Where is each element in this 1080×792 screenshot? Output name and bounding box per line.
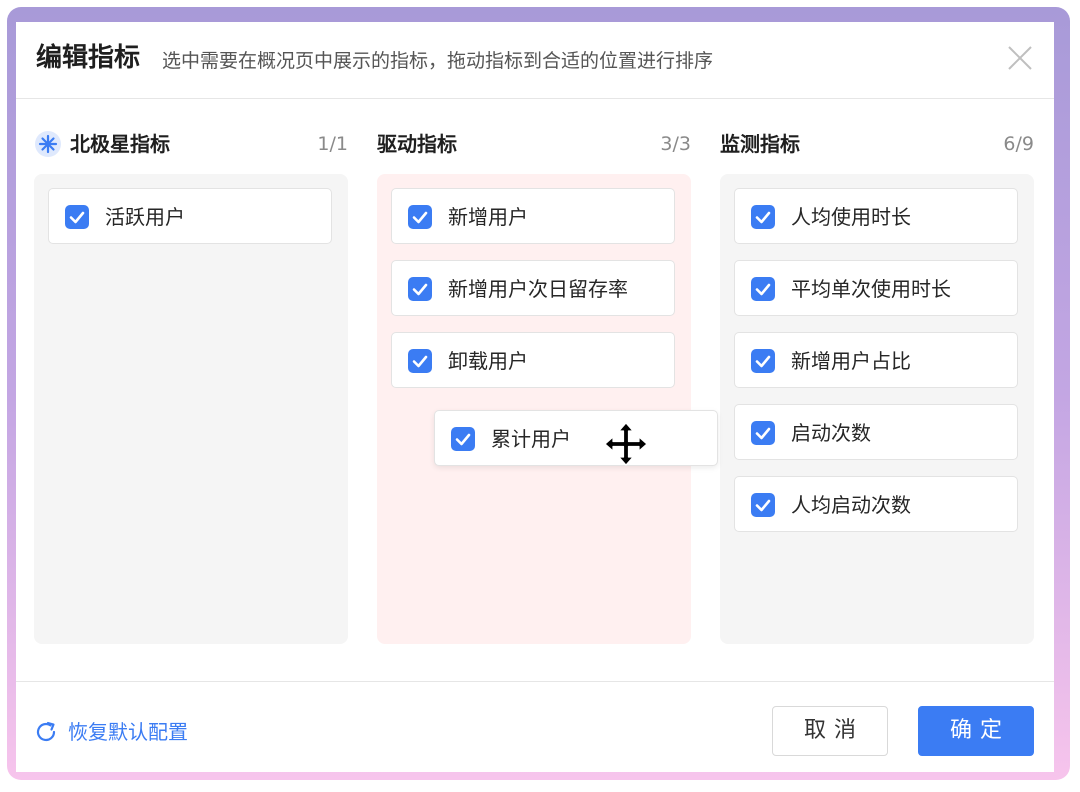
edit-metrics-dialog: 编辑指标 选中需要在概况页中展示的指标，拖动指标到合适的位置进行排序 北极星指标… bbox=[16, 22, 1054, 772]
metric-item[interactable]: 活跃用户 bbox=[48, 188, 332, 244]
column-header: 驱动指标 3/3 bbox=[377, 122, 691, 166]
metric-label: 新增用户占比 bbox=[791, 349, 911, 373]
metric-checkbox[interactable] bbox=[751, 205, 775, 229]
dialog-subtitle: 选中需要在概况页中展示的指标，拖动指标到合适的位置进行排序 bbox=[162, 50, 714, 72]
checkmark-icon bbox=[755, 427, 771, 440]
metric-item[interactable]: 人均启动次数 bbox=[734, 476, 1018, 532]
column-title: 监测指标 bbox=[720, 132, 800, 156]
checkmark-icon bbox=[69, 211, 85, 224]
cancel-button[interactable]: 取消 bbox=[772, 706, 888, 756]
metric-label: 新增用户 bbox=[448, 205, 528, 229]
dialog-title: 编辑指标 bbox=[36, 43, 141, 73]
metric-label: 新增用户次日留存率 bbox=[448, 277, 628, 301]
column-drop-zone[interactable]: 新增用户 新增用户次日留存率 卸载用户 bbox=[377, 174, 691, 644]
metric-item[interactable]: 启动次数 bbox=[734, 404, 1018, 460]
column-title: 驱动指标 bbox=[377, 132, 457, 156]
close-button[interactable] bbox=[1004, 42, 1036, 74]
dragging-metric-item[interactable]: 累计用户 bbox=[434, 410, 718, 466]
metric-checkbox[interactable] bbox=[751, 277, 775, 301]
close-icon bbox=[1008, 46, 1032, 70]
metric-item[interactable]: 新增用户 bbox=[391, 188, 675, 244]
dialog-header: 编辑指标 选中需要在概况页中展示的指标，拖动指标到合适的位置进行排序 bbox=[16, 22, 1054, 99]
column-title: 北极星指标 bbox=[70, 132, 170, 156]
metric-checkbox[interactable] bbox=[451, 427, 475, 451]
metric-checkbox[interactable] bbox=[751, 421, 775, 445]
checkmark-icon bbox=[755, 283, 771, 296]
metric-label: 卸载用户 bbox=[448, 349, 528, 373]
column-header: 监测指标 6/9 bbox=[720, 122, 1034, 166]
metric-label: 累计用户 bbox=[491, 427, 571, 451]
metric-checkbox[interactable] bbox=[751, 493, 775, 517]
refresh-icon bbox=[36, 721, 56, 742]
column-count: 6/9 bbox=[1003, 133, 1034, 155]
metric-checkbox[interactable] bbox=[408, 349, 432, 373]
metric-checkbox[interactable] bbox=[65, 205, 89, 229]
column-drop-zone[interactable]: 人均使用时长 平均单次使用时长 新增用户占比 启动次数 人均启动次数 bbox=[720, 174, 1034, 644]
checkmark-icon bbox=[455, 433, 471, 446]
move-cursor-icon bbox=[604, 422, 648, 466]
metric-checkbox[interactable] bbox=[408, 205, 432, 229]
star-icon bbox=[35, 131, 61, 157]
checkmark-icon bbox=[755, 499, 771, 512]
column-drop-zone[interactable]: 活跃用户 bbox=[34, 174, 348, 644]
metric-item[interactable]: 新增用户占比 bbox=[734, 332, 1018, 388]
column-count: 3/3 bbox=[660, 133, 691, 155]
metric-item[interactable]: 新增用户次日留存率 bbox=[391, 260, 675, 316]
metric-item[interactable]: 卸载用户 bbox=[391, 332, 675, 388]
metric-label: 活跃用户 bbox=[105, 205, 185, 229]
metric-checkbox[interactable] bbox=[751, 349, 775, 373]
column-driving: 驱动指标 3/3 新增用户 新增用户次日留存率 卸载用户 bbox=[377, 122, 691, 644]
column-monitoring: 监测指标 6/9 人均使用时长 平均单次使用时长 新增用户占比 启动次数 人均启… bbox=[720, 122, 1034, 644]
column-header: 北极星指标 1/1 bbox=[34, 122, 348, 166]
metric-item[interactable]: 平均单次使用时长 bbox=[734, 260, 1018, 316]
dialog-footer: 恢复默认配置 取消 确定 bbox=[16, 681, 1054, 773]
checkmark-icon bbox=[412, 283, 428, 296]
reset-default-label: 恢复默认配置 bbox=[68, 720, 188, 744]
metric-label: 人均启动次数 bbox=[791, 493, 911, 517]
checkmark-icon bbox=[755, 355, 771, 368]
checkmark-icon bbox=[755, 211, 771, 224]
metric-checkbox[interactable] bbox=[408, 277, 432, 301]
metric-label: 人均使用时长 bbox=[791, 205, 911, 229]
confirm-button[interactable]: 确定 bbox=[918, 706, 1034, 756]
metric-label: 启动次数 bbox=[791, 421, 871, 445]
column-count: 1/1 bbox=[317, 133, 348, 155]
checkmark-icon bbox=[412, 211, 428, 224]
checkmark-icon bbox=[412, 355, 428, 368]
column-north-star: 北极星指标 1/1 活跃用户 bbox=[34, 122, 348, 644]
metric-item[interactable]: 人均使用时长 bbox=[734, 188, 1018, 244]
metric-label: 平均单次使用时长 bbox=[791, 277, 951, 301]
